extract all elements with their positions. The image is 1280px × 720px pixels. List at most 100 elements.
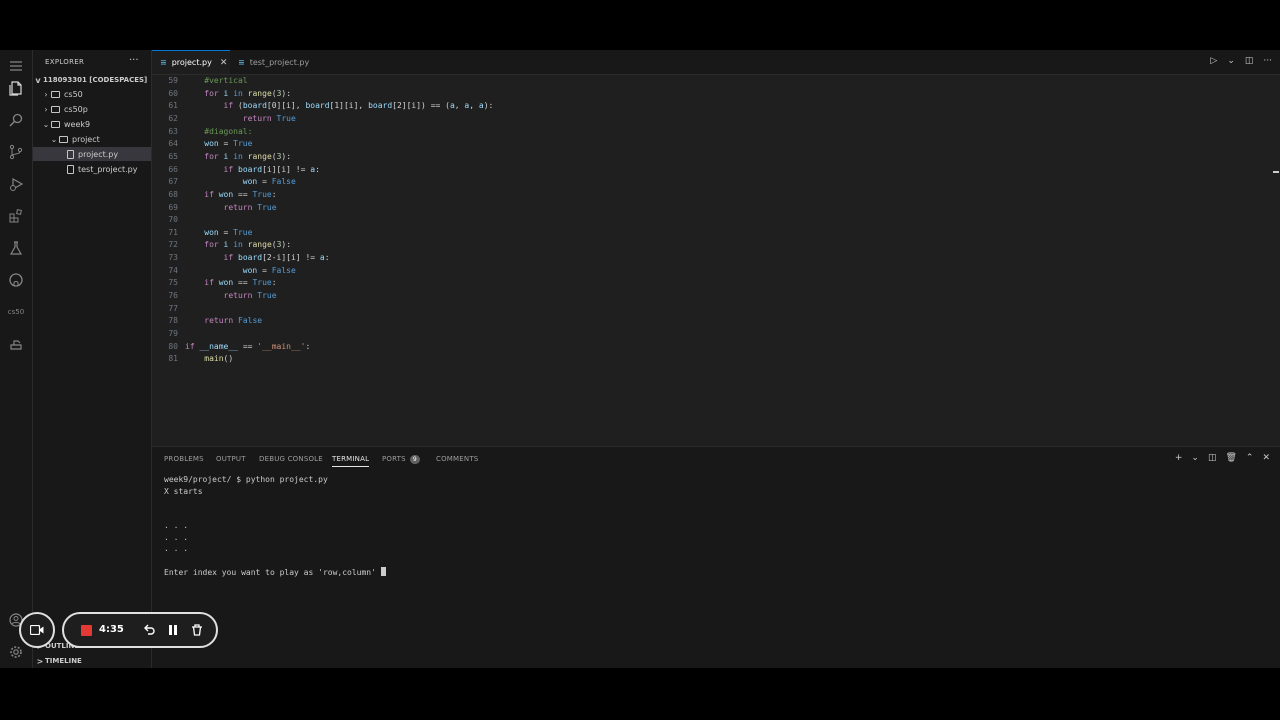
cs50-icon[interactable]: cs50 bbox=[4, 308, 28, 316]
code-editor[interactable]: 59 #vertical 60 for i in range(3): 61 if (… bbox=[152, 75, 1280, 445]
code-token: [i][i] != bbox=[262, 164, 311, 174]
code-line[interactable]: 59 #vertical bbox=[152, 76, 247, 89]
split-terminal-icon[interactable]: ◫ bbox=[1208, 453, 1217, 463]
tree-item-label: project bbox=[72, 134, 100, 144]
search-icon[interactable] bbox=[6, 110, 26, 130]
panel-tab-debug-console[interactable]: DEBUG CONSOLE bbox=[259, 455, 323, 463]
new-terminal-icon[interactable]: + bbox=[1175, 453, 1183, 463]
code-token: '__main__' bbox=[257, 341, 306, 351]
code-line[interactable]: 76 return True bbox=[152, 291, 277, 304]
settings-gear-icon[interactable] bbox=[6, 642, 26, 662]
tree-item-project-py[interactable]: project.py bbox=[33, 147, 151, 161]
run-debug-icon[interactable] bbox=[6, 174, 26, 194]
tab-test-project-py[interactable]: ≡ test_project.py bbox=[230, 50, 330, 74]
tree-item-cs50p[interactable]: › cs50p bbox=[33, 102, 151, 116]
code-text: if (board[0][i], board[1][i], board[2][i… bbox=[185, 101, 494, 114]
explorer-more-icon[interactable]: ··· bbox=[129, 55, 139, 66]
duck-icon[interactable] bbox=[6, 334, 26, 354]
code-line[interactable]: 64 won = True bbox=[152, 139, 252, 152]
timeline-section[interactable]: > TIMELINE bbox=[33, 654, 151, 668]
tree-item-test-project-py[interactable]: test_project.py bbox=[33, 162, 151, 176]
code-line[interactable]: 80 if __name__ == '__main__': bbox=[152, 342, 310, 355]
code-line[interactable]: 72 for i in range(3): bbox=[152, 240, 291, 253]
panel-tab-problems[interactable]: PROBLEMS bbox=[164, 455, 204, 463]
tree-item-label: project.py bbox=[78, 149, 119, 159]
tab-project-py[interactable]: ≡ project.py ✕ bbox=[152, 50, 230, 74]
tree-item-project[interactable]: ⌄ project bbox=[33, 132, 151, 146]
run-file-icon[interactable]: ▷ bbox=[1210, 56, 1217, 66]
code-line[interactable]: 79 bbox=[152, 329, 185, 342]
code-token: = bbox=[218, 139, 234, 149]
line-number: 77 bbox=[168, 303, 178, 313]
code-token: ): bbox=[281, 240, 292, 250]
code-token: ): bbox=[483, 101, 494, 111]
code-line[interactable]: 65 for i in range(3): bbox=[152, 152, 291, 165]
line-number: 69 bbox=[168, 202, 178, 212]
code-line[interactable]: 67 won = False bbox=[152, 177, 296, 190]
scrollbar-marker[interactable] bbox=[1273, 171, 1279, 173]
code-token: return bbox=[223, 291, 253, 301]
code-line[interactable]: 75 if won == True: bbox=[152, 278, 276, 291]
tree-item-cs50[interactable]: › cs50 bbox=[33, 87, 151, 101]
code-line[interactable]: 69 return True bbox=[152, 202, 276, 216]
code-line[interactable]: 61 if (board[0][i], board[1][i], board[2… bbox=[152, 101, 493, 114]
pause-icon[interactable] bbox=[166, 623, 180, 637]
trash-icon[interactable] bbox=[190, 623, 204, 637]
camera-button[interactable] bbox=[19, 612, 55, 648]
workspace-root[interactable]: v 118093301 [CODESPACES] bbox=[33, 73, 151, 87]
terminal-line-text: . . . bbox=[164, 521, 189, 530]
line-number: 81 bbox=[168, 354, 178, 364]
source-control-icon[interactable] bbox=[6, 142, 26, 162]
code-line[interactable]: 81 main() bbox=[152, 354, 233, 367]
code-text: if won == True: bbox=[185, 189, 276, 203]
tree-item-week9[interactable]: ⌄ week9 bbox=[33, 117, 151, 131]
panel-tab-terminal[interactable]: TERMINAL bbox=[332, 455, 370, 467]
recording-bar: 4:35 bbox=[62, 612, 218, 648]
code-token: won bbox=[204, 139, 219, 149]
code-token: [0][i], bbox=[266, 101, 306, 111]
code-line[interactable]: 73 if board[2-i][i] != a: bbox=[152, 253, 329, 266]
menu-icon[interactable] bbox=[6, 56, 26, 76]
code-token: won bbox=[218, 278, 234, 288]
testing-icon[interactable] bbox=[6, 238, 26, 258]
maximize-panel-icon[interactable]: ⌃ bbox=[1246, 453, 1254, 463]
terminal-dropdown-icon[interactable]: ⌄ bbox=[1191, 453, 1199, 463]
code-text: return True bbox=[185, 291, 277, 304]
panel-tab-output[interactable]: OUTPUT bbox=[216, 455, 246, 463]
code-line[interactable]: 66 if board[i][i] != a: bbox=[152, 165, 320, 178]
line-number: 78 bbox=[168, 316, 178, 326]
kill-terminal-icon[interactable]: 🗑 bbox=[1225, 453, 1236, 463]
close-panel-icon[interactable]: ✕ bbox=[1262, 453, 1270, 463]
code-text: won = False bbox=[185, 177, 296, 190]
code-line[interactable]: 77 bbox=[152, 304, 185, 317]
panel-tab-ports[interactable]: PORTS 9 bbox=[382, 455, 420, 464]
line-number: 65 bbox=[168, 151, 178, 161]
code-token: True bbox=[252, 278, 272, 288]
more-actions-icon[interactable]: ··· bbox=[1263, 56, 1272, 66]
extensions-icon[interactable] bbox=[6, 206, 26, 226]
code-token: : bbox=[305, 341, 311, 351]
stop-recording-button[interactable] bbox=[81, 625, 92, 636]
close-tab-icon[interactable]: ✕ bbox=[220, 58, 228, 68]
explorer-icon[interactable] bbox=[6, 78, 26, 98]
code-line[interactable]: 68 if won == True: bbox=[152, 189, 276, 203]
code-line[interactable]: 74 won = False bbox=[152, 266, 295, 279]
code-line[interactable]: 63 #diagonal: bbox=[152, 127, 252, 140]
code-token: True bbox=[252, 189, 272, 199]
code-line[interactable]: 70 bbox=[152, 215, 185, 228]
code-line[interactable]: 78 return False bbox=[152, 316, 262, 329]
code-text: #vertical bbox=[185, 76, 247, 89]
terminal-output[interactable]: week9/project/ $ python project.py X star… bbox=[164, 475, 386, 579]
github-icon[interactable] bbox=[6, 270, 26, 290]
run-dropdown-icon[interactable]: ⌄ bbox=[1227, 56, 1235, 66]
split-editor-icon[interactable]: ◫ bbox=[1245, 56, 1254, 66]
undo-icon[interactable] bbox=[142, 623, 156, 637]
activity-bar: cs50 bbox=[0, 50, 33, 668]
code-line[interactable]: 60 for i in range(3): bbox=[152, 89, 291, 102]
code-line[interactable]: 62 return True bbox=[152, 114, 295, 127]
panel-tab-comments[interactable]: COMMENTS bbox=[436, 455, 478, 463]
code-line[interactable]: 71 won = True bbox=[152, 228, 252, 241]
